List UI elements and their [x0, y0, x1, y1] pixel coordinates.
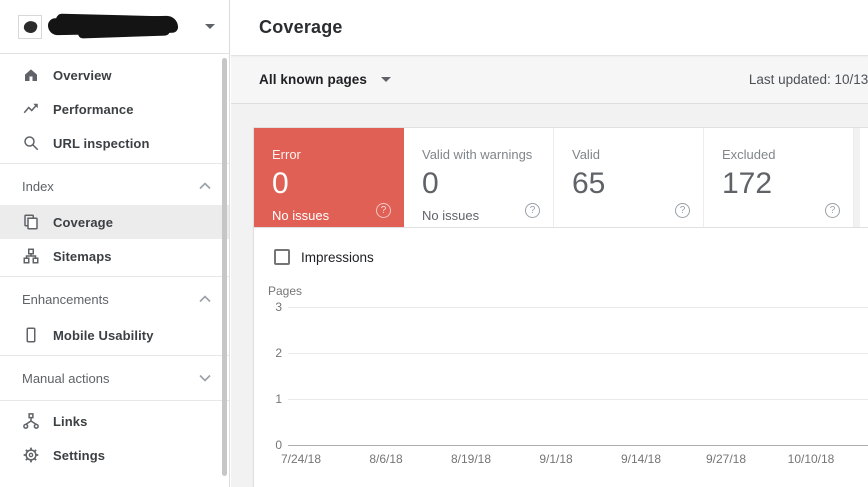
sidebar-scrollbar[interactable] — [222, 58, 227, 476]
x-tick: 9/27/18 — [684, 452, 768, 466]
sidebar-item-label: Overview — [53, 68, 112, 83]
help-icon[interactable]: ? — [675, 203, 690, 218]
gear-icon — [22, 446, 40, 464]
links-icon — [22, 412, 40, 430]
sidebar-section-index[interactable]: Index — [0, 167, 229, 205]
sidebar-item-performance[interactable]: Performance — [0, 92, 229, 126]
sidebar-item-label: Performance — [53, 102, 134, 117]
card-label: Valid — [572, 147, 703, 162]
card-label: Excluded — [722, 147, 853, 162]
sidebar-divider — [0, 400, 229, 401]
search-console-app: Overview Performance URL inspection Inde… — [0, 0, 868, 487]
section-label: Manual actions — [22, 371, 109, 386]
property-name-redacted — [48, 15, 180, 38]
sidebar-section-enhancements[interactable]: Enhancements — [0, 280, 229, 318]
sidebar-item-label: Coverage — [53, 215, 113, 230]
section-label: Index — [22, 179, 54, 194]
y-tick: 1 — [254, 392, 282, 406]
y-tick: 2 — [254, 346, 282, 360]
main-area: Coverage All known pages Last updated: 1… — [231, 0, 868, 487]
report-toolbar: All known pages Last updated: 10/13/ — [231, 56, 868, 104]
cards-row-overflow — [860, 128, 868, 227]
coverage-pages-icon — [22, 213, 40, 231]
sidebar-item-url-inspection[interactable]: URL inspection — [0, 126, 229, 160]
x-tick: 9/14/18 — [599, 452, 683, 466]
property-favicon — [18, 15, 42, 39]
chevron-down-icon — [199, 374, 211, 382]
card-value: 0 — [272, 169, 404, 199]
card-value: 65 — [572, 169, 703, 199]
section-label: Enhancements — [22, 292, 109, 307]
x-tick: 8/6/18 — [344, 452, 428, 466]
page-filter-dropdown[interactable]: All known pages — [259, 72, 391, 87]
sidebar-section-manual-actions[interactable]: Manual actions — [0, 359, 229, 397]
impressions-checkbox[interactable] — [274, 249, 290, 265]
y-tick: 3 — [254, 300, 282, 314]
help-icon[interactable]: ? — [376, 203, 391, 218]
status-card-valid[interactable]: Valid 65 ? — [554, 128, 704, 227]
impressions-label: Impressions — [301, 250, 374, 265]
sidebar-item-label: Links — [53, 414, 87, 429]
sidebar-item-label: URL inspection — [53, 136, 150, 151]
gridline-2 — [288, 353, 868, 354]
coverage-chart: Pages 3 2 1 0 7/24/18 8/6/18 8/19/18 9/1… — [254, 278, 868, 487]
sidebar-divider — [0, 276, 229, 277]
sidebar-item-sitemaps[interactable]: Sitemaps — [0, 239, 229, 273]
status-card-error[interactable]: Error 0 No issues ? — [254, 128, 404, 227]
card-value: 0 — [422, 169, 553, 199]
last-updated-text: Last updated: 10/13/ — [749, 72, 868, 87]
performance-icon — [22, 100, 40, 118]
status-card-valid-with-warnings[interactable]: Valid with warnings 0 No issues ? — [404, 128, 554, 227]
smartphone-icon — [22, 326, 40, 344]
sidebar-item-label: Sitemaps — [53, 249, 112, 264]
sidebar-item-overview[interactable]: Overview — [0, 58, 229, 92]
gridline-1 — [288, 399, 868, 400]
sidebar-item-mobile-usability[interactable]: Mobile Usability — [0, 318, 229, 352]
x-tick: 9/1/18 — [514, 452, 598, 466]
sidebar: Overview Performance URL inspection Inde… — [0, 0, 230, 487]
sidebar-item-coverage[interactable]: Coverage — [0, 205, 229, 239]
sidebar-item-settings[interactable]: Settings — [0, 438, 229, 472]
sitemap-icon — [22, 247, 40, 265]
chevron-down-icon — [205, 24, 215, 29]
card-label: Error — [272, 147, 404, 162]
help-icon[interactable]: ? — [525, 203, 540, 218]
x-tick: 8/19/18 — [429, 452, 513, 466]
impressions-toggle[interactable]: Impressions — [274, 249, 868, 265]
chevron-down-icon — [381, 77, 391, 82]
sidebar-divider — [0, 163, 229, 164]
y-axis-title: Pages — [268, 284, 302, 298]
help-icon[interactable]: ? — [825, 203, 840, 218]
chevron-up-icon — [199, 182, 211, 190]
card-label: Valid with warnings — [422, 147, 553, 162]
report-content: Error 0 No issues ? Valid with warnings … — [231, 104, 868, 487]
filter-label: All known pages — [259, 72, 367, 87]
gridline-3 — [288, 307, 868, 308]
x-tick: 7/24/18 — [259, 452, 343, 466]
property-selector[interactable] — [0, 0, 229, 54]
search-icon — [22, 134, 40, 152]
sidebar-item-label: Settings — [53, 448, 105, 463]
x-tick: 10/10/18 — [769, 452, 853, 466]
coverage-panel: Error 0 No issues ? Valid with warnings … — [253, 127, 868, 487]
sidebar-item-label: Mobile Usability — [53, 328, 154, 343]
home-icon — [22, 66, 40, 84]
sidebar-divider — [0, 355, 229, 356]
page-title: Coverage — [259, 17, 343, 38]
y-tick: 0 — [254, 438, 282, 452]
status-cards-row: Error 0 No issues ? Valid with warnings … — [254, 128, 868, 228]
sidebar-nav: Overview Performance URL inspection Inde… — [0, 54, 229, 472]
sidebar-item-links[interactable]: Links — [0, 404, 229, 438]
chevron-up-icon — [199, 295, 211, 303]
card-value: 172 — [722, 169, 853, 199]
x-axis-baseline — [288, 445, 868, 446]
main-header: Coverage — [231, 0, 868, 56]
status-card-excluded[interactable]: Excluded 172 ? — [704, 128, 854, 227]
